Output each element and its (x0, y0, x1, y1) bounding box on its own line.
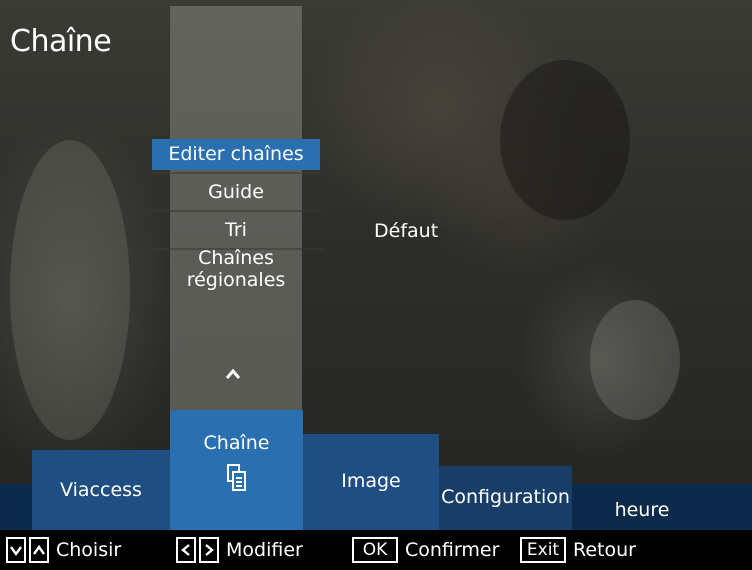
arrow-down-key-icon (6, 537, 26, 563)
sort-value: Défaut (374, 220, 439, 242)
tab-configuration[interactable]: Configuration (439, 466, 572, 530)
tab-time[interactable]: heure (572, 484, 712, 530)
document-icon (226, 464, 246, 491)
tab-label: Configuration (441, 486, 570, 508)
help-bar: Choisir Modifier OK Confirmer Exit Retou… (0, 530, 752, 570)
menu-item-label: Editer chaînes (152, 138, 320, 170)
menu-item-guide[interactable]: Guide (150, 174, 322, 212)
tv-screen: Chaîne Editer chaînes Guide Tri Chaînes … (0, 0, 752, 570)
tab-label: Chaîne (203, 432, 270, 454)
background-video-figure (590, 300, 680, 420)
tab-label: Image (341, 470, 401, 492)
background-video-figure (500, 60, 630, 220)
exit-key: Exit (520, 537, 566, 563)
channel-menu: Editer chaînes Guide Tri Chaînes régiona… (150, 136, 322, 291)
tab-label: Viaccess (60, 479, 142, 501)
help-modify-label: Modifier (226, 539, 303, 561)
help-choose-label: Choisir (56, 539, 122, 561)
tab-image[interactable]: Image (303, 434, 439, 530)
help-back-label: Retour (573, 539, 636, 561)
help-back: Exit Retour (520, 537, 636, 563)
help-modify: Modifier (176, 537, 303, 563)
menu-item-label: Tri (225, 219, 247, 241)
tab-label: heure (614, 499, 670, 521)
menu-item-sort[interactable]: Tri (150, 212, 322, 250)
help-confirm-label: Confirmer (405, 539, 500, 561)
menu-item-label: Guide (208, 181, 264, 203)
page-title: Chaîne (10, 24, 112, 59)
help-confirm: OK Confirmer (352, 537, 499, 563)
arrow-up-key-icon (29, 537, 49, 563)
menu-item-edit-channels[interactable]: Editer chaînes (150, 136, 322, 174)
ok-key: OK (352, 537, 398, 563)
tab-channel[interactable]: Chaîne (170, 410, 303, 530)
background-video (10, 140, 130, 440)
tab-viaccess[interactable]: Viaccess (32, 450, 170, 530)
chevron-up-icon[interactable] (224, 366, 242, 384)
help-choose: Choisir (6, 537, 121, 563)
menu-item-label: Chaînes régionales (186, 247, 286, 291)
menu-item-regional-channels[interactable]: Chaînes régionales (150, 247, 322, 291)
arrow-left-key-icon (176, 537, 196, 563)
arrow-right-key-icon (199, 537, 219, 563)
